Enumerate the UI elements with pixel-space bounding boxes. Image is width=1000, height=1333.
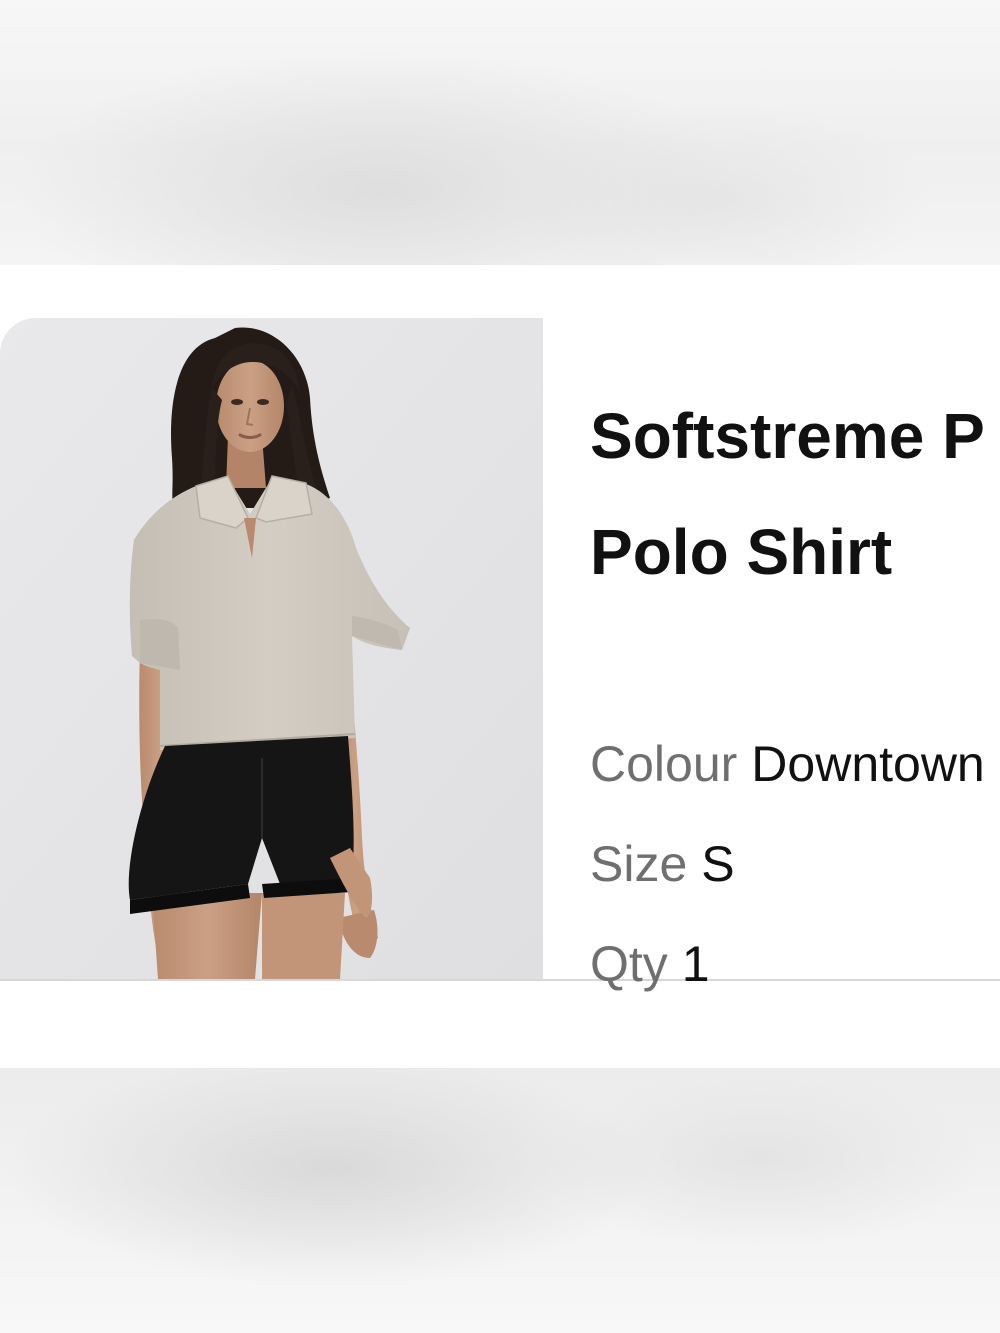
order-line-item[interactable]: Softstreme P Polo Shirt Colour Downtown S… <box>0 318 1000 992</box>
blurred-backdrop-top <box>0 0 1000 265</box>
product-image[interactable] <box>0 318 543 979</box>
size-value: S <box>701 836 735 892</box>
quantity-attribute: Qty 1 <box>590 934 710 994</box>
quantity-value: 1 <box>681 936 710 992</box>
product-title-line-1: Softstreme P <box>590 400 985 472</box>
product-photo-illustration <box>0 318 543 979</box>
product-title-line-2: Polo Shirt <box>590 516 893 588</box>
colour-value: Downtown <box>751 736 985 792</box>
size-attribute: Size S <box>590 834 735 894</box>
colour-attribute: Colour Downtown <box>590 734 985 794</box>
colour-label: Colour <box>590 736 738 792</box>
order-item-card: Softstreme P Polo Shirt Colour Downtown S… <box>0 265 1000 1068</box>
product-title[interactable]: Softstreme P Polo Shirt <box>590 378 1000 610</box>
quantity-label: Qty <box>590 936 668 992</box>
size-label: Size <box>590 836 688 892</box>
blurred-backdrop-bottom <box>0 1068 1000 1333</box>
